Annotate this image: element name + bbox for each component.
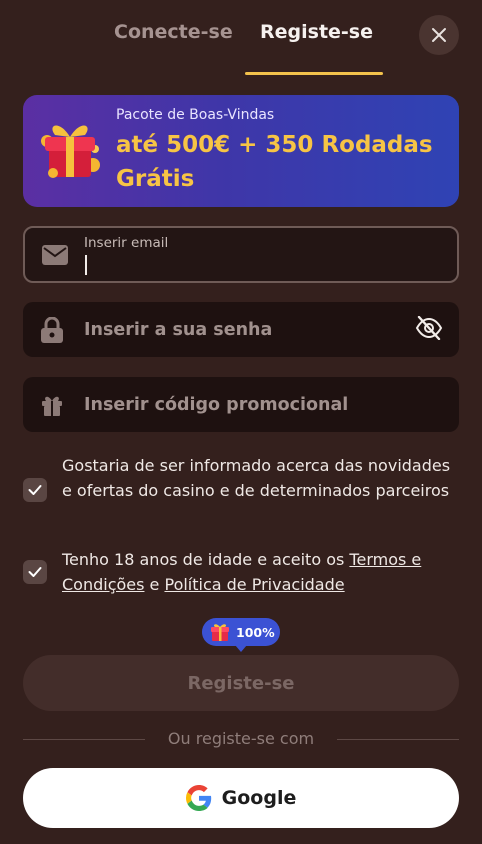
tab-register[interactable]: Registe-se	[260, 21, 373, 43]
password-placeholder: Inserir a sua senha	[84, 319, 273, 340]
google-button-label: Google	[221, 787, 297, 809]
divider-line-right	[337, 739, 459, 740]
marketing-consent-text: Gostaria de ser informado acerca das nov…	[62, 456, 451, 500]
email-field[interactable]: Inserir email	[23, 226, 459, 283]
privacy-policy-link[interactable]: Política de Privacidade	[164, 575, 344, 594]
gift-icon	[211, 624, 229, 641]
text-cursor	[85, 255, 87, 275]
envelope-icon	[42, 244, 68, 265]
email-label: Inserir email	[84, 235, 169, 251]
gift-icon	[42, 396, 62, 416]
bonus-badge: 100%	[202, 618, 280, 652]
close-button[interactable]	[419, 15, 459, 55]
tab-login[interactable]: Conecte-se	[114, 21, 233, 43]
check-icon	[28, 567, 42, 577]
google-signup-button[interactable]: Google	[23, 768, 459, 828]
gift-box-icon	[41, 125, 100, 178]
active-tab-indicator	[245, 72, 383, 75]
close-icon	[432, 28, 446, 42]
lock-icon	[41, 316, 63, 343]
promo-code-placeholder: Inserir código promocional	[84, 394, 349, 415]
toggle-password-visibility[interactable]	[415, 315, 443, 344]
google-logo-icon	[185, 785, 211, 811]
check-icon	[28, 485, 42, 495]
register-submit-button[interactable]: Registe-se	[23, 655, 459, 711]
promo-code-field[interactable]: Inserir código promocional	[23, 377, 459, 432]
terms-consent-checkbox[interactable]	[23, 560, 47, 584]
auth-tabs: Conecte-se Registe-se	[0, 0, 482, 76]
welcome-bonus-banner: Pacote de Boas-Vindas até 500€ + 350 Rod…	[23, 95, 459, 207]
terms-consent-text: Tenho 18 anos de idade e aceito os Termo…	[62, 547, 458, 597]
marketing-consent-checkbox[interactable]	[23, 478, 47, 502]
password-field[interactable]: Inserir a sua senha	[23, 302, 459, 357]
bonus-percent: 100%	[236, 624, 275, 640]
terms-text-before: Tenho 18 anos de idade e aceito os	[62, 550, 350, 569]
banner-subtitle: Pacote de Boas-Vindas	[116, 107, 275, 123]
eye-off-icon	[415, 315, 443, 340]
terms-text-between: e	[144, 575, 165, 594]
banner-title: até 500€ + 350 Rodadas Grátis	[116, 132, 433, 192]
